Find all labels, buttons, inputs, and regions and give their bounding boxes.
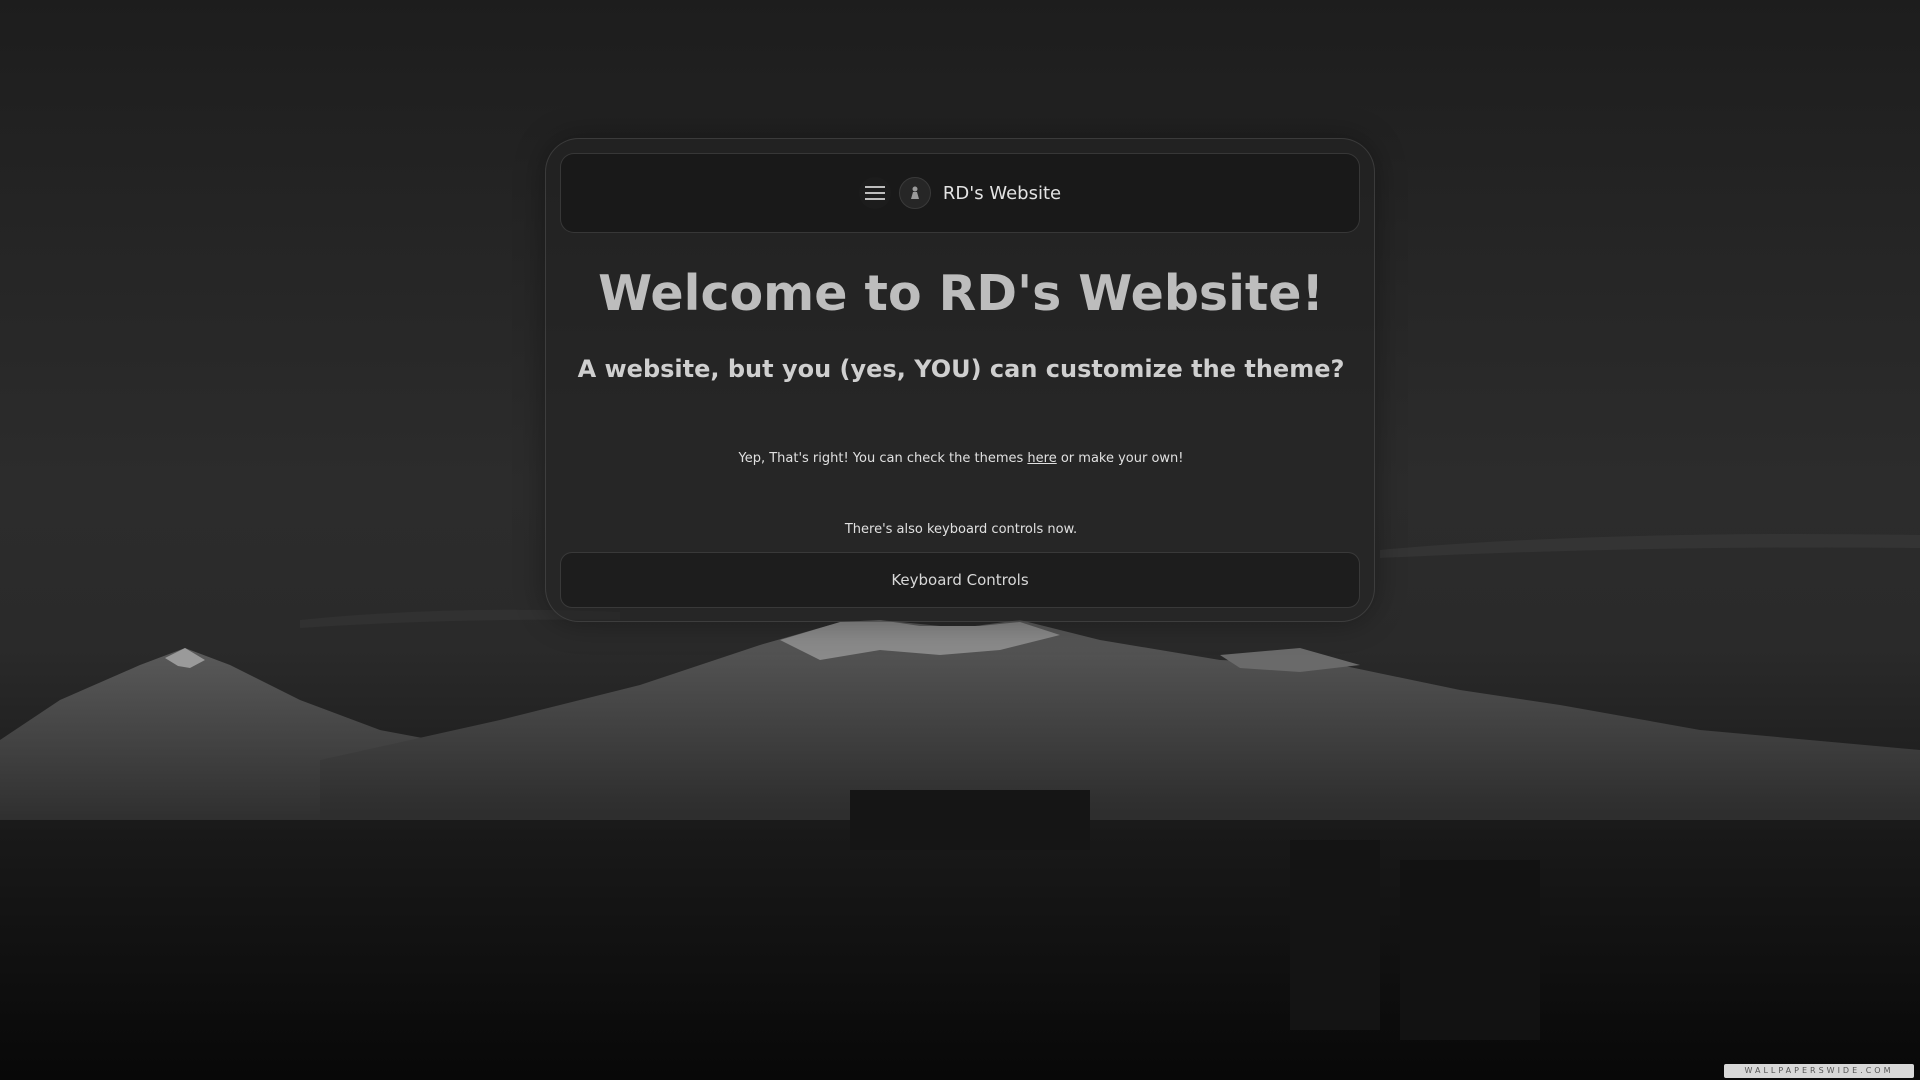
- keyboard-controls-button[interactable]: Keyboard Controls: [560, 552, 1360, 608]
- themes-text: Yep, That's right! You can check the the…: [546, 451, 1376, 466]
- themes-text-before: Yep, That's right! You can check the the…: [738, 451, 1028, 466]
- page-title: Welcome to RD's Website!: [598, 265, 1324, 322]
- themes-text-after: or make your own!: [1056, 451, 1184, 466]
- site-logo-icon[interactable]: [898, 177, 931, 209]
- site-title[interactable]: RD's Website: [943, 183, 1061, 204]
- themes-link[interactable]: here: [1027, 451, 1056, 466]
- hamburger-menu-icon[interactable]: [858, 177, 891, 209]
- page-subtitle: A website, but you (yes, YOU) can custom…: [577, 355, 1345, 383]
- wallpaper-watermark: WALLPAPERSWIDE.COM: [1724, 1064, 1914, 1078]
- keyboard-info-text: There's also keyboard controls now.: [844, 522, 1078, 537]
- main-card: RD's Website Welcome to RD's Website! A …: [545, 138, 1375, 622]
- navbar: RD's Website: [560, 153, 1360, 233]
